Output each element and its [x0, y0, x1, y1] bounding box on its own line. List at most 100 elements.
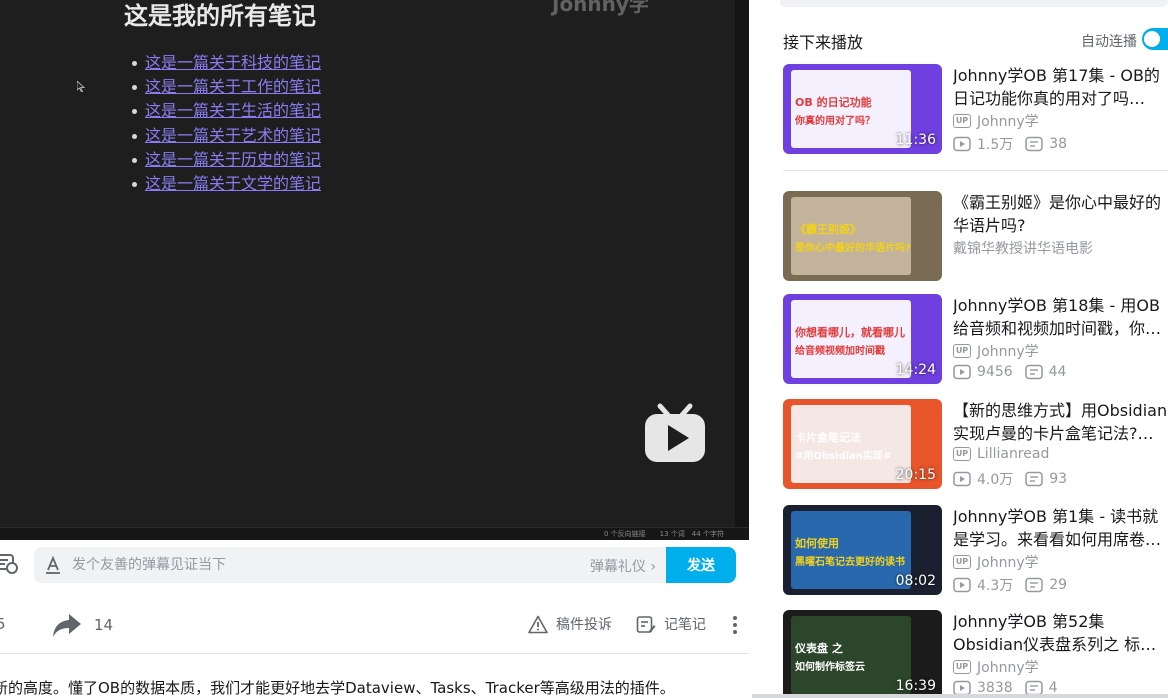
video-author[interactable]: UP Johnny学: [953, 657, 1039, 677]
danmaku-etiquette-link[interactable]: 弹幕礼仪 ›: [590, 556, 656, 576]
video-stats: 4.3万 29: [953, 575, 1067, 595]
danmaku-style-icon[interactable]: [44, 556, 62, 574]
up-badge-icon: UP: [953, 114, 971, 128]
danmaku-bar: 弹幕礼仪 › 发送: [0, 540, 749, 592]
report-button[interactable]: 稿件投诉: [528, 614, 612, 634]
danmaku-count: 93: [1049, 471, 1068, 487]
recommended-video-card[interactable]: 《霸王别姬》 是你心中最好的华语片吗? 《霸王别姬》是你心中最好的华语片吗? 戴锦华教…: [783, 191, 1168, 281]
thumbnail-caption-2: #用Obsidian实现#: [795, 451, 892, 462]
note-list-item: 这是一篇关于历史的笔记: [131, 148, 321, 172]
note-list-item: 这是一篇关于文学的笔记: [131, 172, 321, 196]
danmaku-count-icon: [1025, 136, 1044, 152]
video-duration: 08:02: [895, 573, 936, 589]
bilibili-video-page: 这是我的所有笔记 Johnny学 这是一篇关于科技的笔记 这是一篇关于工作的笔记…: [0, 0, 1168, 698]
bilibili-tv-play-icon[interactable]: [644, 402, 706, 464]
note-link[interactable]: 这是一篇关于文学的笔记: [145, 174, 321, 193]
video-author[interactable]: UP Lillianread: [953, 446, 1049, 462]
video-author[interactable]: UP Johnny学: [953, 111, 1039, 131]
report-label: 稿件投诉: [556, 617, 612, 633]
video-title[interactable]: Johnny学OB 第17集 - OB的日记功能你真的用对了吗…: [953, 64, 1168, 110]
video-thumbnail[interactable]: 卡片盒笔记法 #用Obsidian实现# 20:15: [783, 399, 942, 489]
share-button[interactable]: 14: [52, 612, 113, 638]
up-badge-icon: UP: [953, 555, 971, 569]
up-info-bottom-strip: [780, 0, 1168, 7]
video-thumbnail[interactable]: OB 的日记功能 你真的用对了吗？ 11:36: [783, 64, 942, 154]
player-edge: [735, 0, 749, 540]
author-name: Johnny学: [977, 344, 1039, 360]
thumbnail-caption-2: 是你心中最好的华语片吗?: [795, 243, 911, 254]
danmaku-input[interactable]: [72, 547, 492, 583]
thumbnail-caption-1: 如何使用: [795, 537, 839, 550]
note-list-item: 这是一篇关于工作的笔记: [131, 75, 321, 99]
note-link[interactable]: 这是一篇关于历史的笔记: [145, 150, 321, 169]
danmaku-count-icon: [1025, 577, 1044, 593]
video-player[interactable]: 这是我的所有笔记 Johnny学 这是一篇关于科技的笔记 这是一篇关于工作的笔记…: [0, 0, 749, 540]
share-count: 14: [94, 616, 114, 634]
author-name: Johnny学: [977, 555, 1039, 571]
thumbnail-caption-1: 《霸王别姬》: [795, 223, 861, 236]
video-duration: 14:24: [895, 362, 936, 378]
video-author[interactable]: UP Johnny学: [953, 341, 1039, 361]
video-title[interactable]: 【新的思维方式】用Obsidian实现卢曼的卡片盒笔记法?…: [953, 399, 1168, 445]
video-duration: 16:39: [895, 678, 936, 694]
up-badge-icon: UP: [953, 660, 971, 674]
thumbnail-caption-1: 卡片盒笔记法: [795, 431, 861, 444]
warning-icon: [528, 615, 548, 633]
danmaku-count-icon: [1024, 364, 1043, 380]
video-title[interactable]: Johnny学OB 第52集 Obsidian仪表盘系列之 标…: [953, 610, 1168, 656]
note-icon: [636, 615, 656, 633]
view-count: 9456: [977, 364, 1013, 380]
danmaku-count: 44: [1048, 364, 1067, 380]
recommended-video-card[interactable]: 卡片盒笔记法 #用Obsidian实现# 20:15 【新的思维方式】用Obsidia…: [783, 399, 1168, 489]
note-link-list: 这是一篇关于科技的笔记 这是一篇关于工作的笔记 这是一篇关于生活的笔记 这是一篇…: [131, 51, 321, 196]
take-note-button[interactable]: 记笔记: [636, 614, 706, 634]
horizontal-scrollbar[interactable]: [752, 694, 1168, 698]
video-duration: 11:36: [895, 132, 936, 148]
thumbnail-caption-1: 仪表盘 之: [795, 642, 843, 655]
danmaku-send-button[interactable]: 发送: [666, 547, 736, 583]
more-options-icon[interactable]: [728, 614, 742, 636]
danmaku-toggle-icon[interactable]: [0, 551, 18, 575]
note-label: 记笔记: [664, 617, 706, 633]
note-link[interactable]: 这是一篇关于科技的笔记: [145, 53, 321, 72]
video-title[interactable]: Johnny学OB 第1集 - 读书就是学习。来看看如何用席卷…: [953, 505, 1168, 551]
note-status-text: 0 个反向链接 13 个词 44 个字符: [604, 530, 724, 538]
collect-count[interactable]: 5: [0, 615, 6, 633]
video-thumbnail[interactable]: 如何使用黑曜石笔记去更好的读书 08:02: [783, 505, 942, 595]
video-author[interactable]: UP Johnny学: [953, 552, 1039, 572]
thumbnail-caption-1: OB 的日记功能: [795, 96, 872, 109]
bilibili-watermark: Johnny学: [552, 0, 649, 16]
note-link[interactable]: 这是一篇关于工作的笔记: [145, 77, 321, 96]
video-title[interactable]: Johnny学OB 第18集 - 用OB给音频和视频加时间戳，你…: [953, 294, 1168, 340]
author-name: Lillianread: [977, 446, 1050, 462]
video-author[interactable]: 戴锦华教授讲华语电影: [953, 238, 1093, 258]
up-badge-icon: UP: [953, 447, 971, 461]
note-link[interactable]: 这是一篇关于艺术的笔记: [145, 126, 321, 145]
thumbnail-caption-2: 黑曜石笔记去更好的读书: [795, 557, 905, 568]
video-thumbnail[interactable]: 《霸王别姬》是你心中最好的华语片吗?: [783, 191, 942, 281]
mouse-cursor-icon: [77, 81, 85, 92]
video-thumbnail[interactable]: 仪表盘 之如何制作标签云 16:39: [783, 610, 942, 698]
recommended-video-card[interactable]: OB 的日记功能 你真的用对了吗？ 11:36 Johnny学OB 第17集 - OB…: [783, 64, 1168, 154]
video-title[interactable]: 《霸王别姬》是你心中最好的华语片吗?: [953, 191, 1168, 237]
recommended-video-card[interactable]: 如何使用黑曜石笔记去更好的读书 08:02 Johnny学OB 第1集 - 读书就是…: [783, 505, 1168, 595]
note-list-item: 这是一篇关于科技的笔记: [131, 51, 321, 75]
autoplay-toggle[interactable]: [1142, 28, 1168, 50]
next-up-divider: [783, 170, 1168, 171]
thumbnail-caption-2: 给音频视频加时间戳: [795, 346, 885, 357]
recommended-video-card[interactable]: 你想看哪儿，就看哪儿 给音频视频加时间戳 14:24 Johnny学OB 第18集 -…: [783, 294, 1168, 384]
thumbnail-caption-2: 如何制作标签云: [795, 662, 865, 673]
video-thumbnail[interactable]: 你想看哪儿，就看哪儿 给音频视频加时间戳 14:24: [783, 294, 942, 384]
author-name: 戴锦华教授讲华语电影: [953, 241, 1093, 257]
play-count-icon: [953, 364, 971, 380]
play-count-icon: [953, 577, 971, 593]
danmaku-count: 38: [1049, 136, 1068, 152]
thumbnail-caption-2: 你真的用对了吗？: [795, 116, 875, 127]
danmaku-input-box: 弹幕礼仪 ›: [34, 547, 666, 583]
next-up-heading: 接下来播放: [783, 33, 864, 52]
play-count-icon: [953, 471, 971, 487]
share-icon: [53, 614, 81, 637]
note-link[interactable]: 这是一篇关于生活的笔记: [145, 101, 321, 120]
note-status-bar: 0 个反向链接 13 个词 44 个字符: [0, 527, 749, 540]
recommended-video-card[interactable]: 仪表盘 之如何制作标签云 16:39 Johnny学OB 第52集 Obsidian…: [783, 610, 1168, 698]
